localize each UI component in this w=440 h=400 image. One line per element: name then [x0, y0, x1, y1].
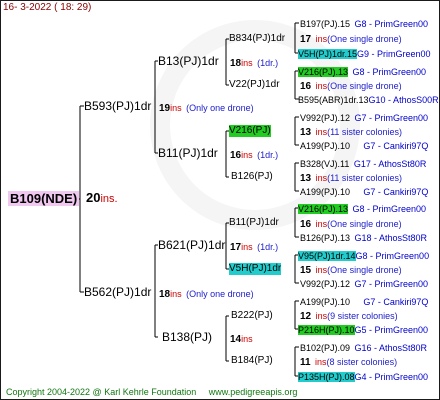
gen3-item-1-count: 17 ins(One single drone)	[300, 34, 402, 45]
gen4-item-9[interactable]: V216(PJ).13 G8 - PrimGreen00	[298, 202, 426, 215]
gen2-item-2-count: 16ins (1dr.)	[230, 150, 279, 161]
gen4-item-11[interactable]: V95(PJ)1dr.14G8 - PrimGreen00	[298, 249, 429, 262]
gen3-item-2[interactable]: V22(PJ)1dr	[229, 79, 280, 91]
gen2-item-1-count: 18ins (1dr.)	[230, 58, 279, 69]
gen4-item-1[interactable]: B197(PJ).15 G8 - PrimGreen00	[300, 17, 428, 30]
root-instrumental-count: 20ins.	[86, 190, 118, 205]
gen4-item-7[interactable]: B328(VJ).11 G17 - AthosSt80R	[300, 157, 426, 170]
gen4-item-13[interactable]: A199(PJ).10 G7 - Cankiri97Q	[300, 295, 428, 308]
gen3-item-7[interactable]: B222(PJ)	[231, 310, 273, 322]
gen3-item-4[interactable]: B126(PJ)	[231, 171, 273, 183]
gen4-item-4[interactable]: B595(ABR)1dr.13G10 - AthosS00R	[298, 93, 439, 106]
gen3-item-5[interactable]: B11(PJ)1dr	[229, 217, 279, 229]
gen3-item-2-count: 16 ins(One single drone)	[300, 81, 402, 92]
gen3-item-8[interactable]: B184(PJ)	[231, 355, 273, 367]
copyright-text: Copyright 2004-2022 @ Karl Kehrle Founda…	[6, 387, 197, 397]
gen4-item-5[interactable]: V992(PJ).12 G7 - PrimGreen00	[300, 111, 428, 124]
gen3-item-7-count: 12 ins(9 sister colonies)	[300, 311, 398, 322]
date-stamp: 16- 3-2022 ( 18: 29)	[3, 2, 92, 13]
gen1-parent-2[interactable]: B562(PJ)1dr	[84, 286, 151, 298]
gen2-item-1[interactable]: B13(PJ)1dr	[158, 55, 219, 67]
gen4-item-3[interactable]: V216(PJ).13 G8 - PrimGreen00	[298, 65, 426, 78]
gen4-item-12[interactable]: V992(PJ).12 G7 - PrimGreen00	[300, 277, 428, 290]
gen2-item-4[interactable]: B138(PJ)	[162, 331, 212, 343]
gen2-item-4-count: 14ins	[230, 334, 253, 345]
root-name: B109(NDE)	[8, 191, 80, 206]
footer: Copyright 2004-2022 @ Karl Kehrle Founda…	[6, 386, 297, 398]
gen4-item-2[interactable]: V5H(PJ)1dr.15G9 - PrimGreen00	[298, 47, 431, 60]
gen4-item-16[interactable]: P135H(PJ).08G4 - PrimGreen00	[298, 370, 428, 383]
gen4-item-6[interactable]: A199(PJ).10 G7 - Cankiri97Q	[300, 139, 428, 152]
gen3-item-3[interactable]: V216(PJ)	[229, 125, 271, 137]
gen4-item-14[interactable]: P216H(PJ).10G5 - PrimGreen00	[298, 323, 428, 336]
gen2-item-3[interactable]: B621(PJ)1dr	[158, 239, 225, 251]
gen4-item-10[interactable]: B126(PJ).13 G18 - AthosSt80R	[300, 231, 427, 244]
gen2-item-2[interactable]: B11(PJ)1dr	[158, 147, 218, 159]
gen3-item-6[interactable]: V5H(PJ)1dr	[229, 263, 282, 275]
website-link[interactable]: www.pedigreeapis.org	[209, 387, 298, 397]
gen3-item-8-count: 11 ins(8 sister colonies)	[300, 357, 398, 368]
gen1-parent-1[interactable]: B593(PJ)1dr	[84, 100, 151, 112]
gen1-parent-1-count: 19ins (Only one drone)	[159, 103, 254, 114]
root-queen[interactable]: B109(NDE)	[8, 191, 80, 207]
gen4-item-15[interactable]: B102(PJ).09 G16 - AthosSt80R	[300, 341, 427, 354]
gen2-item-3-count: 17ins (1dr.)	[230, 242, 279, 253]
gen3-item-1[interactable]: B834(PJ)1dr	[229, 33, 285, 45]
gen1-parent-2-count: 18ins (Only one drone)	[159, 289, 254, 300]
gen4-item-8[interactable]: A199(PJ).10 G7 - Cankiri97Q	[300, 185, 428, 198]
